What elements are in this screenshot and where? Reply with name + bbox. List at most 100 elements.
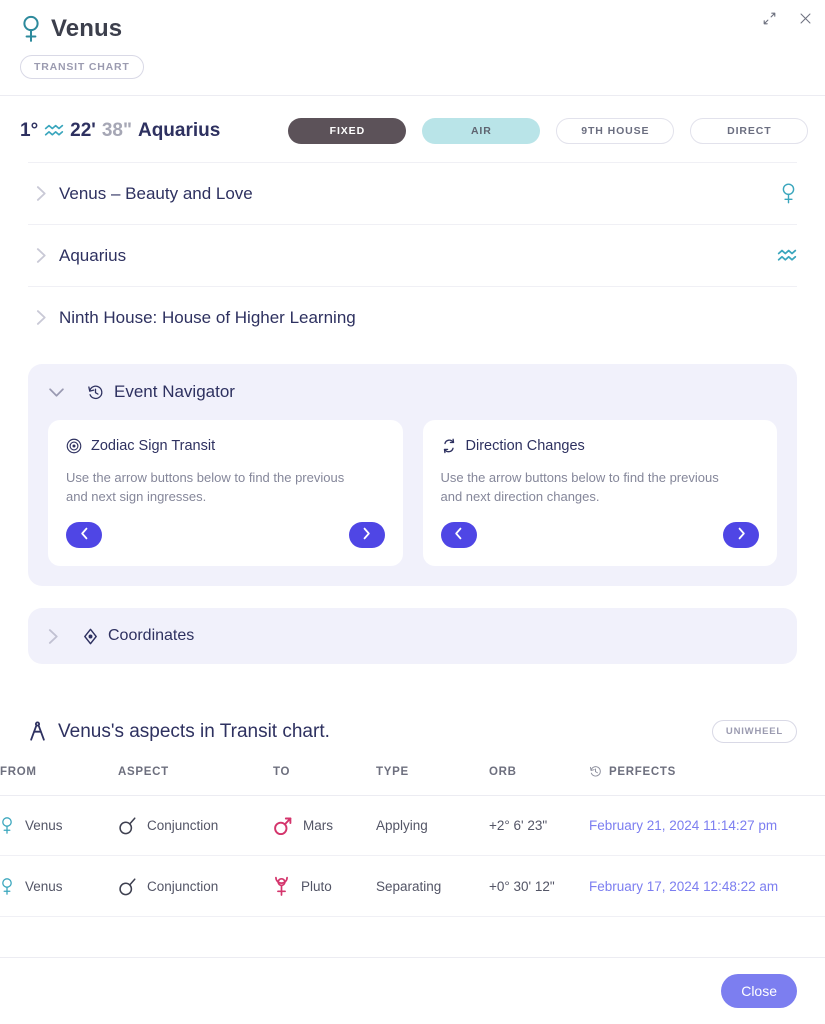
title-row: Venus	[20, 14, 805, 44]
table-row[interactable]: Venus Conjunction	[0, 855, 825, 917]
chip-element[interactable]: AIR	[422, 118, 541, 144]
close-icon[interactable]	[795, 8, 815, 28]
pluto-glyph-icon	[273, 875, 290, 897]
position-degree: 1° 22' 38" Aquarius	[20, 120, 220, 142]
position-bar: 1° 22' 38" Aquarius FIXED AIR 9TH HOUSE …	[0, 96, 825, 162]
card-header: Zodiac Sign Transit	[66, 438, 385, 454]
window-controls	[759, 8, 815, 28]
card-direction-changes: Direction Changes Use the arrow buttons …	[422, 420, 777, 566]
chevron-left-icon	[454, 527, 463, 543]
aspects-table-head: FROM ASPECT TO TYPE ORB PERFECTS	[0, 765, 825, 796]
attribute-chips: FIXED AIR 9TH HOUSE DIRECT	[288, 118, 809, 144]
window-header: Venus TRANSIT CHART	[0, 0, 825, 96]
chip-direction[interactable]: DIRECT	[690, 118, 809, 144]
prev-sign-ingress-button[interactable]	[66, 522, 102, 548]
close-button[interactable]: Close	[721, 974, 797, 1008]
next-sign-ingress-button[interactable]	[348, 522, 385, 548]
column-label: ORB	[489, 765, 517, 778]
chevron-left-icon	[80, 527, 89, 543]
venus-glyph-icon	[780, 181, 797, 206]
column-header-to: TO	[273, 765, 376, 796]
degree-sign: Aquarius	[137, 120, 221, 141]
accordion-item-venus[interactable]: Venus – Beauty and Love	[28, 162, 797, 224]
cell-to: Mars	[273, 795, 376, 856]
event-navigator-title: Event Navigator	[114, 382, 235, 401]
card-zodiac-sign-transit: Zodiac Sign Transit Use the arrow button…	[48, 420, 403, 566]
from-planet-label: Venus	[25, 878, 63, 894]
aquarius-glyph-icon	[44, 123, 64, 139]
aspects-table: FROM ASPECT TO TYPE ORB PERFECTS Venus C…	[0, 765, 825, 917]
column-header-type: TYPE	[376, 765, 489, 796]
degree-value: 1°	[20, 120, 39, 141]
chevron-down-icon	[48, 387, 65, 398]
aquarius-glyph-icon	[777, 248, 797, 264]
column-label: PERFECTS	[609, 765, 676, 778]
mars-glyph-icon	[273, 816, 292, 836]
degree-seconds: 38"	[101, 120, 132, 141]
cell-type: Separating	[376, 855, 489, 917]
card-header: Direction Changes	[441, 438, 760, 454]
direction-swap-icon	[441, 438, 457, 454]
aspects-table-body: Venus Conjunction Mars Applying +2° 6' 2…	[0, 795, 825, 917]
aspect-label: Conjunction	[147, 818, 219, 833]
coordinates-accordion[interactable]: Coordinates	[28, 608, 797, 664]
venus-glyph-icon	[0, 815, 14, 836]
cell-aspect: Conjunction	[118, 795, 273, 856]
accordion-item-label: Venus – Beauty and Love	[59, 183, 253, 203]
aspect-label: Conjunction	[147, 878, 219, 894]
zodiac-target-icon	[66, 438, 82, 454]
chevron-right-icon	[362, 527, 371, 543]
uniwheel-badge[interactable]: UNIWHEEL	[711, 720, 797, 743]
accordion-list: Venus – Beauty and Love Aquarius Ninth H…	[0, 162, 825, 348]
column-header-from: FROM	[0, 765, 118, 796]
table-header-row: FROM ASPECT TO TYPE ORB PERFECTS	[0, 765, 825, 796]
column-header-orb: ORB	[489, 765, 589, 796]
cell-from: Venus	[0, 855, 118, 917]
column-label: ASPECT	[118, 765, 169, 778]
column-label: FROM	[0, 765, 37, 778]
chart-type-badge: TRANSIT CHART	[20, 55, 144, 79]
coordinates-label: Coordinates	[108, 627, 195, 644]
conjunction-glyph-icon	[118, 816, 136, 835]
venus-glyph-icon	[20, 14, 42, 44]
column-label: TYPE	[376, 765, 409, 778]
table-row[interactable]: Venus Conjunction	[0, 795, 825, 856]
chevron-right-icon	[737, 527, 746, 543]
accordion-item-label: Aquarius	[59, 245, 127, 265]
from-planet-label: Venus	[25, 818, 63, 833]
column-header-aspect: ASPECT	[118, 765, 273, 796]
prev-direction-change-button[interactable]	[440, 522, 477, 548]
chevron-right-icon	[28, 185, 54, 202]
event-navigator-panel: Event Navigator Zodiac Sign Transit Use …	[28, 364, 797, 586]
chip-house[interactable]: 9TH HOUSE	[556, 118, 675, 144]
cell-orb: +2° 6' 23"	[489, 795, 589, 856]
chevron-right-icon	[48, 628, 74, 645]
accordion-item-label: Ninth House: House of Higher Learning	[59, 307, 356, 327]
accordion-item-ninth-house[interactable]: Ninth House: House of Higher Learning	[28, 286, 797, 348]
degree-minutes: 22'	[70, 120, 96, 141]
card-description: Use the arrow buttons below to find the …	[66, 470, 345, 504]
accordion-item-aquarius[interactable]: Aquarius	[28, 224, 797, 286]
card-navigation-buttons	[440, 522, 759, 548]
cell-perfects: February 17, 2024 12:48:22 am	[589, 855, 825, 917]
expand-icon[interactable]	[759, 8, 779, 28]
chip-modality[interactable]: FIXED	[288, 118, 407, 144]
next-direction-change-button[interactable]	[723, 522, 759, 548]
compass-icon	[28, 721, 47, 742]
perfects-date-link[interactable]: February 17, 2024 12:48:22 am	[589, 879, 778, 894]
page-title: Venus	[51, 15, 123, 42]
chevron-right-icon	[28, 309, 54, 326]
cell-from: Venus	[0, 795, 118, 856]
window-footer: Close	[0, 957, 825, 1024]
cell-perfects: February 21, 2024 11:14:27 pm	[589, 795, 825, 856]
planet-detail-window: Venus TRANSIT CHART 1° 22' 38" Aquarius …	[0, 0, 825, 1024]
cell-to: Pluto	[273, 855, 376, 917]
card-title: Zodiac Sign Transit	[91, 438, 216, 454]
column-label: TO	[273, 765, 291, 778]
perfects-date-link[interactable]: February 21, 2024 11:14:27 pm	[589, 818, 777, 833]
aspects-title: Venus's aspects in Transit chart.	[58, 720, 330, 742]
column-header-perfects: PERFECTS	[589, 765, 825, 796]
aspects-section-header: Venus's aspects in Transit chart. UNIWHE…	[0, 720, 825, 743]
card-title: Direction Changes	[465, 438, 585, 454]
event-navigator-header[interactable]: Event Navigator	[48, 382, 777, 402]
